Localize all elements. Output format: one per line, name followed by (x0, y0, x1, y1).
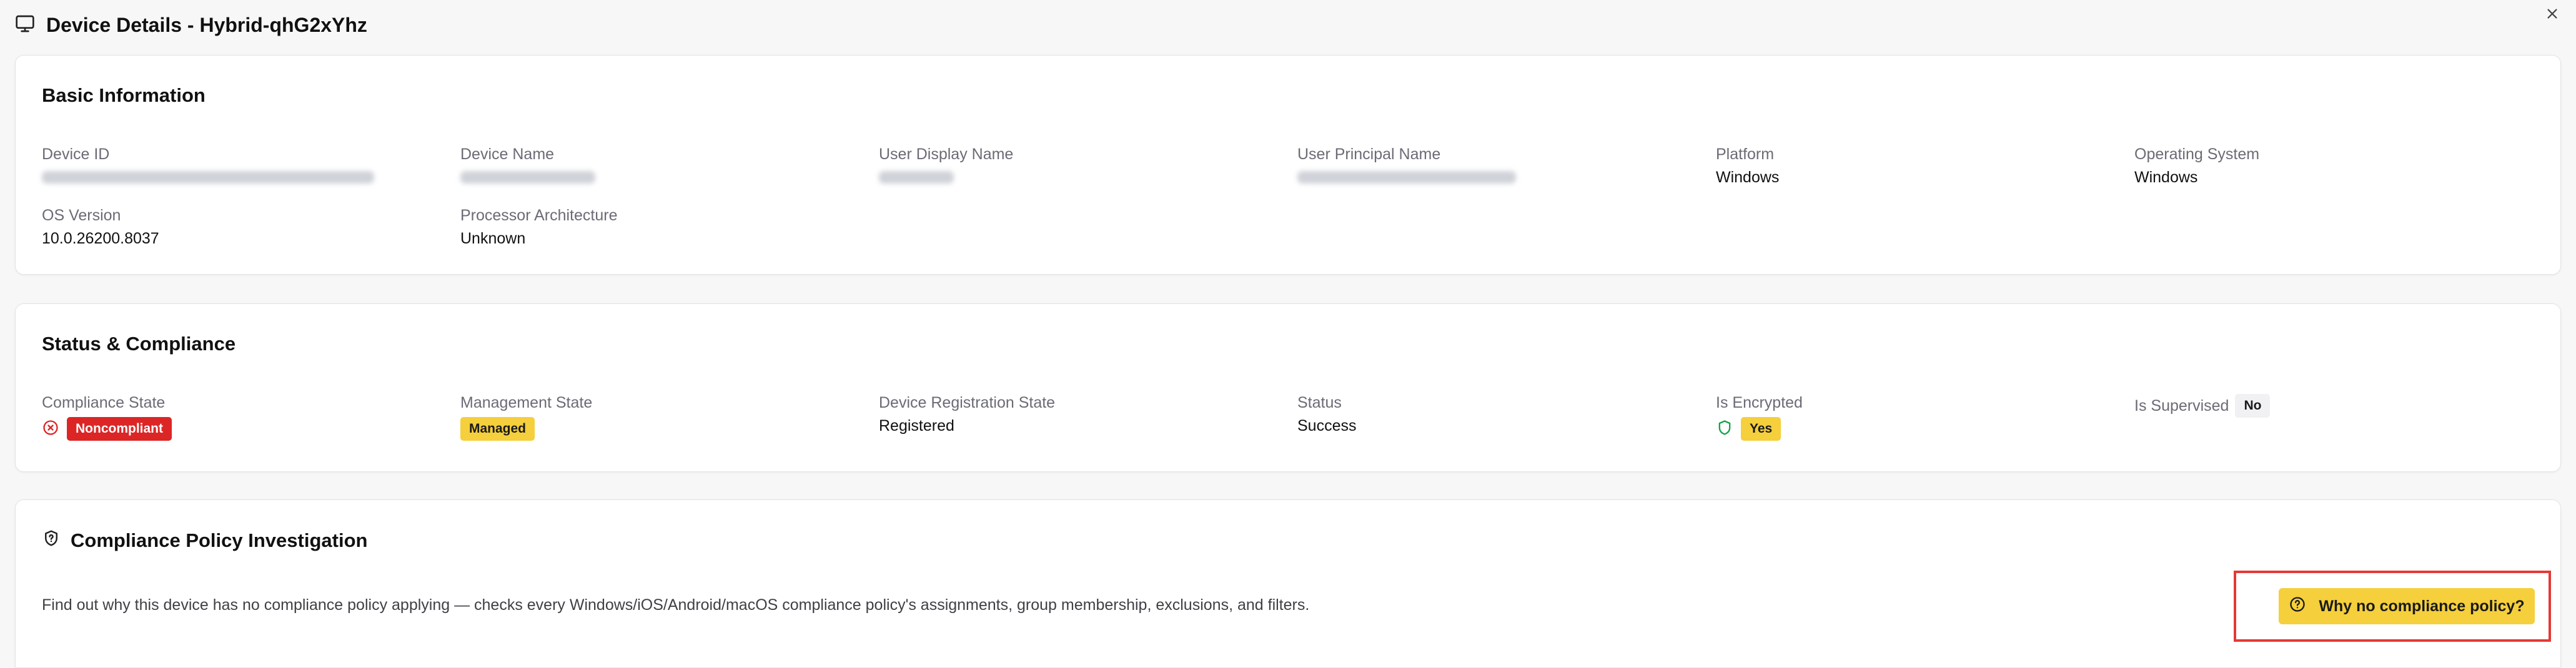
status-value: Success (1297, 417, 1357, 435)
registration-state-field: Device Registration State Registered (879, 394, 1055, 435)
management-state-badge: Managed (460, 417, 535, 441)
policy-section-title: Compliance Policy Investigation (71, 529, 368, 551)
why-button-label: Why no compliance policy? (2319, 597, 2525, 615)
compliance-state-field: Compliance State Noncompliant (42, 394, 172, 441)
user-display-name-field: User Display Name (879, 145, 1013, 187)
compliance-state-badge: Noncompliant (67, 417, 172, 441)
device-name-label: Device Name (460, 145, 555, 163)
compliance-policy-card: Compliance Policy Investigation Find out… (15, 499, 2561, 668)
platform-label: Platform (1716, 145, 1775, 163)
processor-architecture-field: Processor Architecture Unknown (460, 207, 618, 248)
registration-state-label: Device Registration State (879, 394, 1056, 411)
close-icon[interactable] (2540, 1, 2565, 26)
page-title: Device Details - Hybrid-qhG2xYhz (46, 13, 367, 36)
is-supervised-field: Is Supervised No (2134, 394, 2271, 418)
status-label: Status (1297, 394, 1342, 411)
shield-check-icon (1716, 419, 1733, 440)
is-supervised-badge: No (2235, 394, 2271, 418)
help-circle-icon (2289, 596, 2306, 617)
basic-information-card: Basic Information Device ID Device Name … (15, 55, 2561, 275)
user-display-name-label: User Display Name (879, 145, 1014, 163)
device-name-redacted (460, 171, 595, 184)
x-circle-icon (42, 419, 59, 440)
is-encrypted-label: Is Encrypted (1716, 394, 1803, 411)
platform-field: Platform Windows (1716, 145, 1779, 187)
device-id-redacted (42, 171, 374, 184)
section-title: Status & Compliance (42, 333, 236, 355)
is-supervised-label: Is Supervised (2134, 396, 2229, 415)
device-name-field: Device Name (460, 145, 595, 187)
os-version-field: OS Version 10.0.26200.8037 (42, 207, 159, 248)
section-title-row: Compliance Policy Investigation (42, 529, 367, 553)
device-id-label: Device ID (42, 145, 110, 163)
operating-system-value: Windows (2134, 169, 2198, 186)
operating-system-field: Operating System Windows (2134, 145, 2259, 187)
status-compliance-card: Status & Compliance Compliance State Non… (15, 303, 2561, 472)
policy-description: Find out why this device has no complian… (42, 596, 1310, 614)
user-principal-name-label: User Principal Name (1297, 145, 1441, 163)
os-version-label: OS Version (42, 207, 121, 224)
os-version-value: 10.0.26200.8037 (42, 230, 159, 247)
user-display-name-redacted (879, 171, 954, 184)
section-title: Basic Information (42, 84, 206, 106)
why-no-compliance-policy-button[interactable]: Why no compliance policy? (2279, 588, 2535, 624)
is-encrypted-badge: Yes (1741, 417, 1781, 441)
processor-architecture-value: Unknown (460, 230, 526, 247)
management-state-label: Management State (460, 394, 593, 411)
processor-architecture-label: Processor Architecture (460, 207, 618, 224)
compliance-state-label: Compliance State (42, 394, 166, 411)
registration-state-value: Registered (879, 417, 954, 435)
operating-system-label: Operating System (2134, 145, 2260, 163)
device-id-field: Device ID (42, 145, 374, 187)
status-field: Status Success (1297, 394, 1356, 435)
platform-value: Windows (1716, 169, 1780, 186)
management-state-field: Management State Managed (460, 394, 592, 441)
is-encrypted-field: Is Encrypted Yes (1716, 394, 1803, 441)
shield-question-icon (42, 529, 61, 553)
monitor-icon (15, 14, 35, 36)
window-header: Device Details - Hybrid-qhG2xYhz (15, 10, 367, 40)
user-principal-name-redacted (1297, 171, 1516, 184)
user-principal-name-field: User Principal Name (1297, 145, 1516, 187)
